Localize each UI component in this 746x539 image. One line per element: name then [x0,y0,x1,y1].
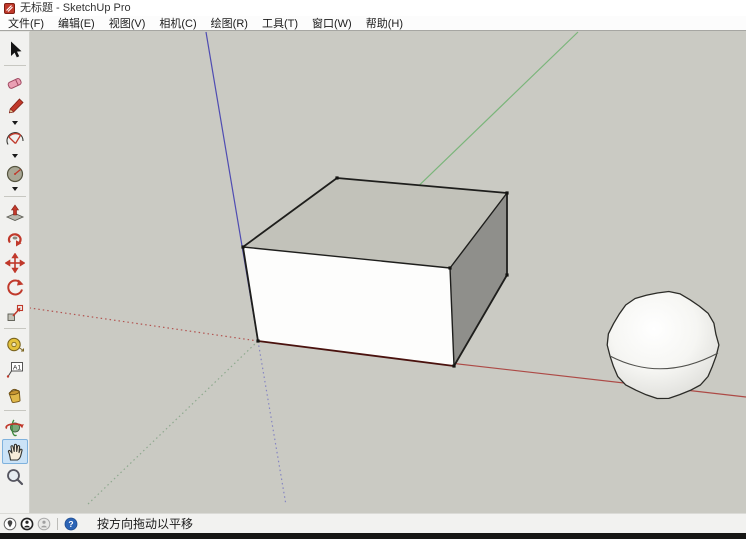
menu-file[interactable]: 文件(F) [1,15,51,31]
statusbar-divider [57,518,58,530]
toolbar-separator [4,325,26,332]
help-icon[interactable]: ? [64,517,78,531]
model-info-icon[interactable] [20,517,34,531]
menu-help[interactable]: 帮助(H) [359,15,410,31]
circle-flyout-arrow-icon[interactable] [2,185,28,193]
pan-tool-button[interactable] [2,439,28,464]
tape-tool-button[interactable] [2,332,28,357]
line-flyout-arrow-icon[interactable] [2,119,28,127]
box-vertex [448,266,451,269]
box-vertex [505,273,508,276]
menu-bar: 文件(F) 编辑(E) 视图(V) 相机(C) 绘图(R) 工具(T) 窗口(W… [0,16,746,31]
text-icon [5,360,25,380]
sphere[interactable] [607,292,719,399]
menu-camera[interactable]: 相机(C) [152,15,203,31]
pushpull-icon [5,203,25,223]
arc-tool-button[interactable] [2,127,28,152]
line-tool-button[interactable] [2,94,28,119]
tool-palette [0,31,30,513]
arc-icon [5,130,25,150]
box-vertex [256,339,259,342]
followme-tool-button[interactable] [2,225,28,250]
blue-axis-negative [258,341,286,505]
move-icon [5,253,25,273]
circle-tool-button[interactable] [2,160,28,185]
orbit-tool-button[interactable] [2,414,28,439]
move-tool-button[interactable] [2,250,28,275]
pushpull-tool-button[interactable] [2,200,28,225]
box-vertex [505,191,508,194]
taskbar-strip [0,533,746,539]
scale-tool-button[interactable] [2,300,28,325]
zoom-icon [5,467,25,487]
menu-draw[interactable]: 绘图(R) [204,15,255,31]
svg-text:?: ? [68,519,73,529]
sketchup-logo-icon [4,3,15,14]
eraser-tool-button[interactable] [2,69,28,94]
eraser-icon [5,72,25,92]
box-vertex [241,245,244,248]
red-axis-negative [30,308,258,341]
geolocation-icon[interactable] [3,517,17,531]
sign-in-icon[interactable] [37,517,51,531]
menu-window[interactable]: 窗口(W) [305,15,359,31]
toolbar-separator [4,193,26,200]
menu-view[interactable]: 视图(V) [102,15,153,31]
scale-icon [5,303,25,323]
rotate-tool-button[interactable] [2,275,28,300]
window-title: 无标题 - SketchUp Pro [20,0,131,16]
orbit-icon [5,417,25,437]
main-area [0,31,746,513]
arc-flyout-arrow-icon[interactable] [2,152,28,160]
box-vertex [335,176,338,179]
rotate-icon [5,278,25,298]
paint-tool-button[interactable] [2,382,28,407]
followme-icon [5,228,25,248]
line-icon [5,97,25,117]
title-bar: 无标题 - SketchUp Pro [0,0,746,16]
paint-icon [5,385,25,405]
pan-icon [5,442,25,462]
viewport [30,31,746,513]
text-tool-button[interactable] [2,357,28,382]
drawing-area[interactable] [30,31,746,513]
box-vertex [452,364,455,367]
toolbar-separator [4,407,26,414]
status-hint-text: 按方向拖动以平移 [97,515,193,532]
status-bar: ? 按方向拖动以平移 [0,513,746,533]
green-axis-negative [87,341,258,505]
select-icon [5,40,25,60]
toolbar-separator [4,62,26,69]
select-tool-button[interactable] [2,37,28,62]
circle-icon [5,163,25,183]
zoom-tool-button[interactable] [2,464,28,489]
tape-icon [5,335,25,355]
menu-edit[interactable]: 编辑(E) [51,15,102,31]
menu-tools[interactable]: 工具(T) [255,15,305,31]
